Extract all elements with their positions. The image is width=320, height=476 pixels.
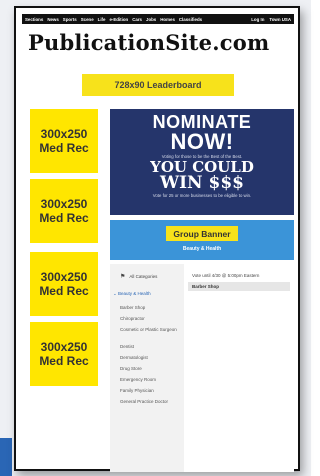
site-title[interactable]: PublicationSite.com (28, 30, 288, 55)
nominate-heading: NOMINATE (152, 112, 252, 132)
nav-link-jobs[interactable]: Jobs (146, 17, 156, 22)
group-banner: Group Banner Beauty & Health (110, 220, 294, 260)
login-link[interactable]: Log In (251, 17, 264, 22)
nav-link-news[interactable]: News (47, 17, 58, 22)
med-rec-size: 300x250 (40, 270, 88, 284)
med-rec-size: 300x250 (40, 340, 88, 354)
chevron-down-icon: ⌄ (113, 291, 117, 296)
top-navigation-bar: Sections News Sports Scene Life e-Editio… (22, 14, 294, 24)
sidebar-item-family-physician[interactable]: Family Physician (120, 388, 178, 394)
nominate-footer: Vote for 25 or more businesses to be eli… (152, 193, 252, 198)
sidebar-item-drug-store[interactable]: Drug Store (120, 366, 178, 372)
nav-link-homes[interactable]: Homes (160, 17, 175, 22)
sidebar-item-dentist[interactable]: Dentist (120, 344, 178, 350)
nav-link-e-edition[interactable]: e-Edition (109, 17, 128, 22)
nav-link-scene[interactable]: Scene (81, 17, 94, 22)
leaderboard-ad[interactable]: 728x90 Leaderboard (82, 74, 234, 96)
nav-right: Log In Town USA (251, 17, 291, 22)
med-rec-ad-1[interactable]: 300x250 Med Rec (30, 109, 98, 173)
town-link[interactable]: Town USA (269, 17, 291, 22)
group-category-title: Beauty & Health (182, 246, 222, 252)
sidebar-item-general-practice[interactable]: General Practice Doctor (120, 399, 178, 405)
med-rec-ad-3[interactable]: 300x250 Med Rec (30, 252, 98, 316)
directory-panel: ⚑ All Categories ⌄ Beauty & Health Barbe… (110, 264, 294, 472)
sidebar-item-chiropractor[interactable]: Chiropractor (120, 316, 178, 322)
home-icon: ⚑ (120, 274, 126, 280)
all-categories-label: All Categories (129, 274, 158, 279)
category-sidebar: ⚑ All Categories ⌄ Beauty & Health Barbe… (110, 264, 184, 472)
nav-link-classifieds[interactable]: Classifieds (179, 17, 202, 22)
browser-frame: Sections News Sports Scene Life e-Editio… (14, 6, 300, 472)
nav-link-sports[interactable]: Sports (63, 17, 77, 22)
vote-deadline: Vote until 4/30 @ 5:00pm Eastern (192, 273, 260, 278)
med-rec-label: Med Rec (39, 211, 89, 225)
med-rec-ad-4[interactable]: 300x250 Med Rec (30, 322, 98, 386)
med-rec-ad-2[interactable]: 300x250 Med Rec (30, 179, 98, 243)
nav-link-cars[interactable]: Cars (132, 17, 142, 22)
nominate-win: WIN $$$ (160, 173, 244, 193)
nominate-ad-banner[interactable]: NOMINATE NOW! Voting for those to be the… (110, 109, 294, 215)
sidebar-item-emergency-room[interactable]: Emergency Room (120, 377, 178, 383)
nominate-now: NOW! (170, 129, 234, 154)
selected-category-header: Barber Shop (188, 282, 290, 291)
sidebar-item-beauty-health[interactable]: ⌄ Beauty & Health (113, 291, 171, 297)
med-rec-label: Med Rec (39, 354, 89, 368)
selected-category-label: Barber Shop (192, 284, 220, 289)
leaderboard-label: 728x90 Leaderboard (114, 80, 202, 90)
sidebar-item-dermatologist[interactable]: Dermatologist (120, 355, 178, 361)
med-rec-size: 300x250 (40, 197, 88, 211)
med-rec-label: Med Rec (39, 141, 89, 155)
nav-link-life[interactable]: Life (98, 17, 106, 22)
sidebar-item-label: Beauty & Health (118, 291, 151, 296)
all-categories-link[interactable]: ⚑ All Categories (120, 273, 157, 280)
nav-link-sections[interactable]: Sections (25, 17, 43, 22)
med-rec-label: Med Rec (39, 284, 89, 298)
sidebar-item-cosmetic-surgeon[interactable]: Cosmetic or Plastic Surgeon (120, 327, 178, 333)
corner-accent (0, 438, 12, 476)
group-banner-ad[interactable]: Group Banner (166, 226, 238, 241)
group-banner-label: Group Banner (173, 228, 231, 239)
nav-links: Sections News Sports Scene Life e-Editio… (25, 17, 202, 22)
med-rec-size: 300x250 (40, 127, 88, 141)
sidebar-item-barber-shop[interactable]: Barber Shop (120, 305, 178, 311)
